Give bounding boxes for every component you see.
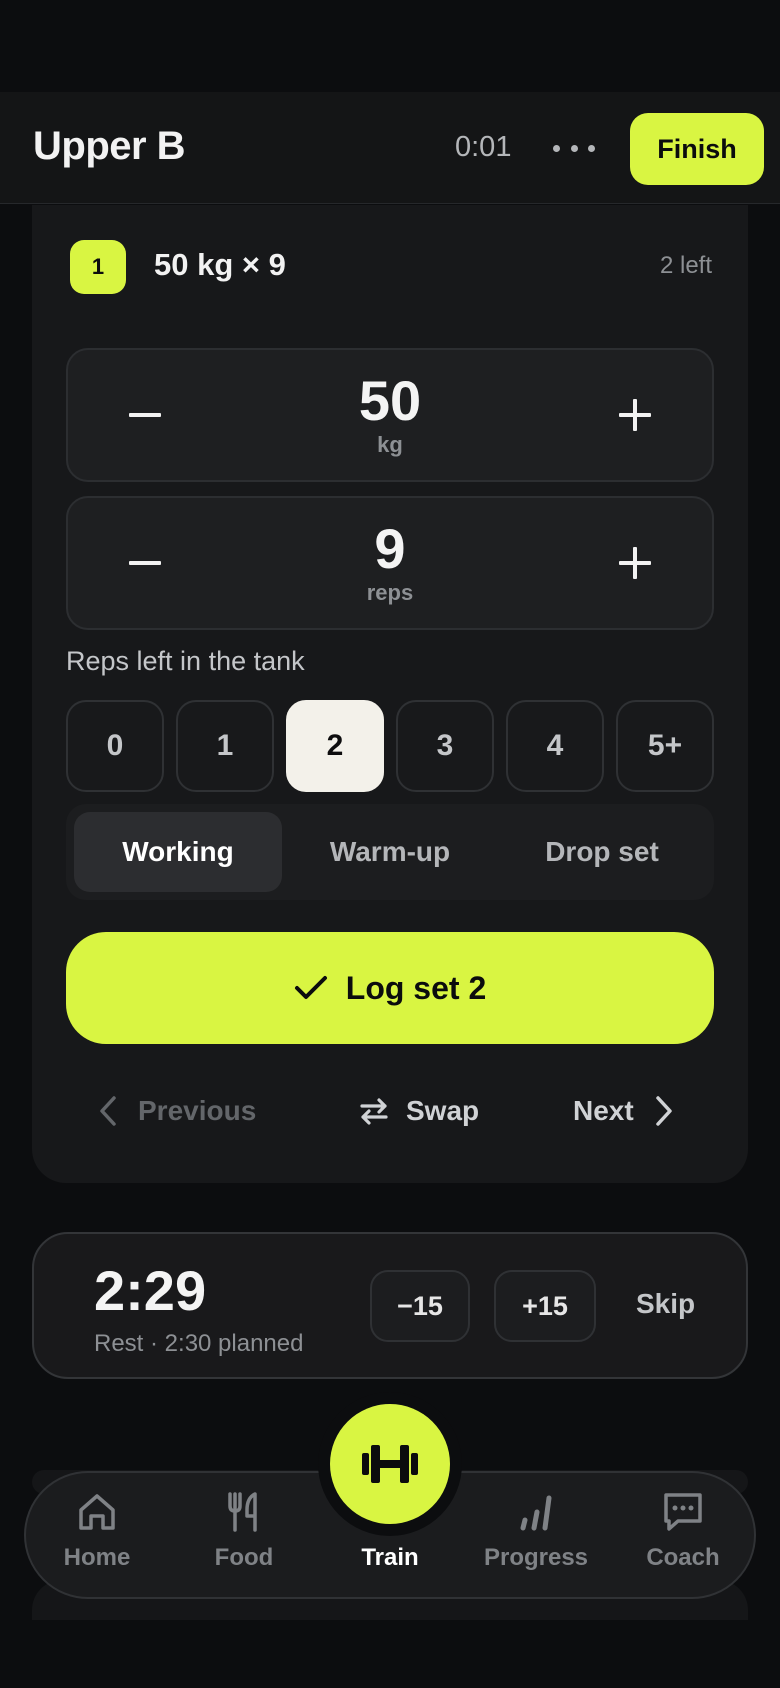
chevron-right-icon bbox=[655, 1096, 672, 1126]
log-set-label: Log set 2 bbox=[345, 969, 487, 1006]
dumbbell-icon bbox=[362, 1445, 418, 1483]
tab-home[interactable]: Home bbox=[32, 1490, 162, 1590]
rest-skip-button[interactable]: Skip bbox=[636, 1288, 695, 1320]
home-icon bbox=[79, 1494, 115, 1530]
tab-food-label: Food bbox=[214, 1544, 274, 1571]
bar-chart-icon bbox=[520, 1495, 552, 1531]
next-exercise-button[interactable]: Next bbox=[573, 1086, 676, 1136]
tab-home-label: Home bbox=[63, 1544, 131, 1571]
rir-option-1[interactable]: 1 bbox=[176, 700, 274, 792]
rest-minus-15-button[interactable]: −15 bbox=[370, 1270, 470, 1342]
train-fab-button[interactable] bbox=[330, 1404, 450, 1524]
set-summary: 50 kg × 9 bbox=[154, 247, 286, 282]
tab-coach[interactable]: Coach bbox=[618, 1490, 748, 1590]
swap-label: Swap bbox=[406, 1095, 480, 1126]
rir-option-2[interactable]: 2 bbox=[286, 700, 384, 792]
swap-arrows-icon bbox=[360, 1098, 388, 1125]
workout-title: Upper B bbox=[33, 124, 186, 168]
checkmark-icon bbox=[294, 976, 327, 999]
log-set-button[interactable]: Log set 2 bbox=[66, 932, 714, 1044]
set-type-working[interactable]: Working bbox=[74, 812, 282, 892]
rir-option-5plus[interactable]: 5+ bbox=[616, 700, 714, 792]
tab-food[interactable]: Food bbox=[179, 1490, 309, 1590]
reps-increment-button[interactable] bbox=[600, 528, 670, 598]
sets-remaining: 2 left bbox=[659, 252, 712, 279]
tab-progress[interactable]: Progress bbox=[471, 1490, 601, 1590]
set-type-warm-up[interactable]: Warm-up bbox=[286, 812, 494, 892]
chat-icon bbox=[664, 1493, 702, 1531]
weight-stepper: 50 kg bbox=[66, 348, 714, 482]
set-number-badge: 1 bbox=[70, 240, 126, 294]
previous-exercise-button[interactable]: Previous bbox=[96, 1086, 256, 1136]
rest-countdown: 2:29 bbox=[94, 1259, 207, 1322]
tab-train-label: Train bbox=[361, 1544, 419, 1571]
rest-planned: Rest · 2:30 planned bbox=[94, 1330, 304, 1357]
rir-label: Reps left in the tank bbox=[66, 646, 305, 676]
weight-increment-button[interactable] bbox=[600, 380, 670, 450]
swap-exercise-button[interactable]: Swap bbox=[358, 1086, 479, 1136]
tab-progress-label: Progress bbox=[483, 1544, 589, 1571]
previous-label: Previous bbox=[138, 1095, 257, 1126]
rir-option-0[interactable]: 0 bbox=[66, 700, 164, 792]
tab-coach-label: Coach bbox=[646, 1544, 720, 1571]
next-label: Next bbox=[573, 1095, 634, 1126]
more-options-icon[interactable] bbox=[553, 128, 595, 168]
rir-option-3[interactable]: 3 bbox=[396, 700, 494, 792]
plus-icon bbox=[600, 380, 670, 450]
rir-option-4[interactable]: 4 bbox=[506, 700, 604, 792]
set-type-drop-set[interactable]: Drop set bbox=[498, 812, 706, 892]
fork-knife-icon bbox=[228, 1492, 257, 1532]
chevron-left-icon bbox=[100, 1096, 116, 1126]
rest-plus-15-button[interactable]: +15 bbox=[494, 1270, 596, 1342]
elapsed-timer: 0:01 bbox=[455, 131, 512, 163]
finish-button[interactable]: Finish bbox=[630, 113, 764, 185]
reps-stepper: 9 reps bbox=[66, 496, 714, 630]
plus-icon bbox=[600, 528, 670, 598]
